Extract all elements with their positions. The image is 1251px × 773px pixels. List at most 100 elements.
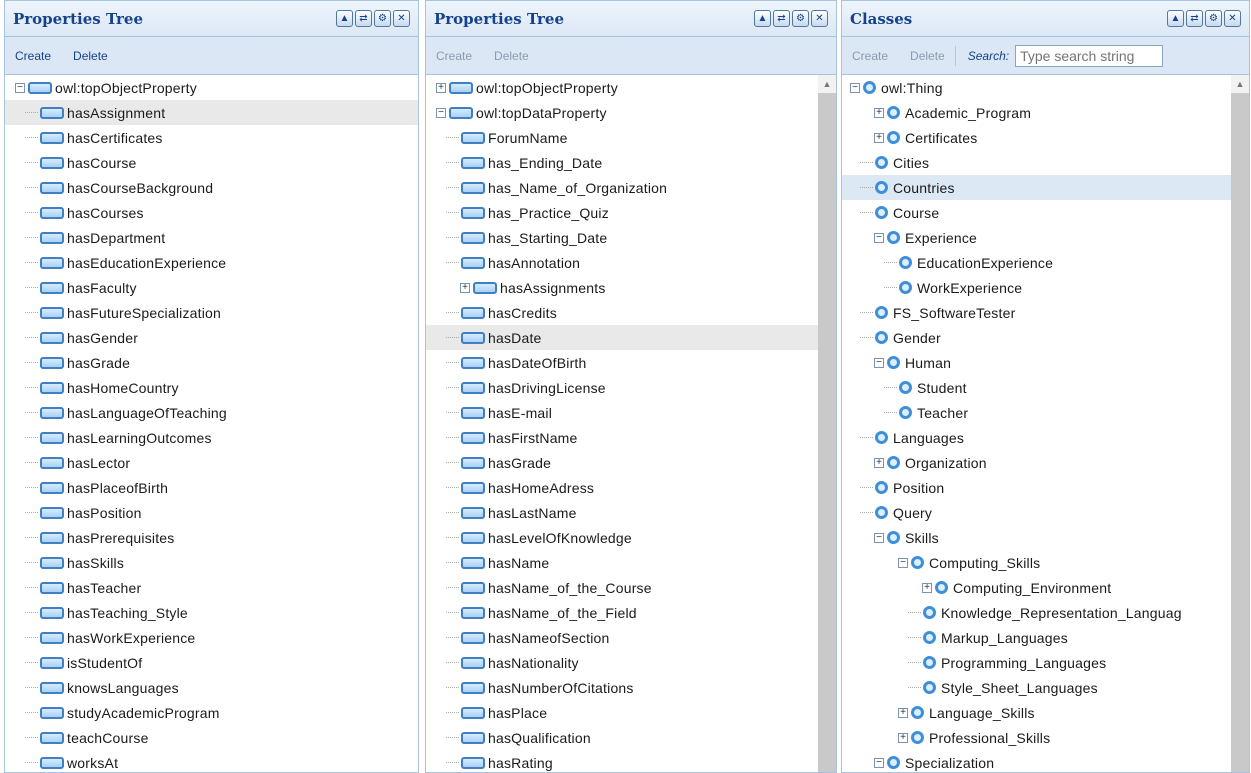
refresh-icon[interactable]: ⇄: [1186, 10, 1203, 27]
tree-node[interactable]: hasFaculty: [5, 275, 418, 300]
tree-node[interactable]: hasSkills: [5, 550, 418, 575]
tree-node[interactable]: hasEducationExperience: [5, 250, 418, 275]
tree-node[interactable]: ForumName: [426, 125, 836, 150]
tree-node[interactable]: hasRating: [426, 750, 836, 772]
vertical-scrollbar[interactable]: ▲: [818, 75, 836, 772]
create-button[interactable]: Create: [852, 49, 888, 63]
tree-node[interactable]: hasCourse: [5, 150, 418, 175]
tree-node[interactable]: hasHomeAdress: [426, 475, 836, 500]
tree-node[interactable]: hasHomeCountry: [5, 375, 418, 400]
collapse-icon[interactable]: ▲: [1167, 10, 1184, 27]
tree-node[interactable]: hasE-mail: [426, 400, 836, 425]
tree-node[interactable]: has_Ending_Date: [426, 150, 836, 175]
tree-node[interactable]: Style_Sheet_Languages: [842, 675, 1249, 700]
expand-icon[interactable]: +: [874, 107, 884, 118]
tree-node[interactable]: + Certificates: [842, 125, 1249, 150]
tree-node[interactable]: hasAssignment: [5, 100, 418, 125]
collapse-icon[interactable]: −: [15, 82, 25, 93]
tree-node[interactable]: hasPlace: [426, 700, 836, 725]
collapse-icon[interactable]: −: [436, 107, 446, 118]
tree-node[interactable]: WorkExperience: [842, 275, 1249, 300]
tree-node[interactable]: − Computing_Skills: [842, 550, 1249, 575]
collapse-icon[interactable]: −: [874, 357, 884, 368]
tree-node[interactable]: − owl:topDataProperty: [426, 100, 836, 125]
expand-icon[interactable]: +: [898, 732, 908, 743]
tree-node[interactable]: Query: [842, 500, 1249, 525]
tree-node[interactable]: hasTeaching_Style: [5, 600, 418, 625]
tree-node[interactable]: hasCertificates: [5, 125, 418, 150]
tree-node[interactable]: hasLevelOfKnowledge: [426, 525, 836, 550]
tree-node[interactable]: hasPlaceofBirth: [5, 475, 418, 500]
collapse-icon[interactable]: ▲: [336, 10, 353, 27]
tree-node[interactable]: Position: [842, 475, 1249, 500]
tree-node[interactable]: + owl:topObjectProperty: [426, 75, 836, 100]
tree-node[interactable]: hasQualification: [426, 725, 836, 750]
settings-icon[interactable]: ⚙: [374, 10, 391, 27]
expand-icon[interactable]: +: [874, 457, 884, 468]
expand-icon[interactable]: +: [436, 82, 446, 93]
tree-node[interactable]: EducationExperience: [842, 250, 1249, 275]
close-icon[interactable]: ✕: [1224, 10, 1241, 27]
tree-node[interactable]: hasPosition: [5, 500, 418, 525]
close-icon[interactable]: ✕: [811, 10, 828, 27]
expand-icon[interactable]: +: [898, 707, 908, 718]
create-button[interactable]: Create: [436, 49, 472, 63]
expand-icon[interactable]: +: [874, 132, 884, 143]
tree-node[interactable]: has_Practice_Quiz: [426, 200, 836, 225]
tree-node[interactable]: Student: [842, 375, 1249, 400]
tree-node[interactable]: hasFutureSpecialization: [5, 300, 418, 325]
tree-node[interactable]: Markup_Languages: [842, 625, 1249, 650]
tree-node[interactable]: hasGrade: [426, 450, 836, 475]
tree-node[interactable]: hasLector: [5, 450, 418, 475]
tree-node[interactable]: hasPrerequisites: [5, 525, 418, 550]
create-button[interactable]: Create: [15, 49, 51, 63]
tree-node[interactable]: Teacher: [842, 400, 1249, 425]
tree-node[interactable]: hasName_of_the_Course: [426, 575, 836, 600]
tree-node[interactable]: hasNumberOfCitations: [426, 675, 836, 700]
tree-node[interactable]: hasCredits: [426, 300, 836, 325]
tree-node[interactable]: hasDepartment: [5, 225, 418, 250]
tree-node[interactable]: studyAcademicProgram: [5, 700, 418, 725]
settings-icon[interactable]: ⚙: [792, 10, 809, 27]
tree-node[interactable]: hasCourseBackground: [5, 175, 418, 200]
tree-node[interactable]: hasLanguageOfTeaching: [5, 400, 418, 425]
tree-node[interactable]: hasNationality: [426, 650, 836, 675]
tree-node[interactable]: Programming_Languages: [842, 650, 1249, 675]
tree-node[interactable]: hasWorkExperience: [5, 625, 418, 650]
tree-node[interactable]: + Professional_Skills: [842, 725, 1249, 750]
delete-button[interactable]: Delete: [73, 49, 108, 63]
tree-node[interactable]: knowsLanguages: [5, 675, 418, 700]
tree-node[interactable]: hasDrivingLicense: [426, 375, 836, 400]
tree-node[interactable]: − Specialization: [842, 750, 1249, 772]
tree-node[interactable]: hasDate: [426, 325, 836, 350]
tree-node[interactable]: hasGrade: [5, 350, 418, 375]
tree-node[interactable]: − Experience: [842, 225, 1249, 250]
tree-node[interactable]: − Human: [842, 350, 1249, 375]
scroll-up-icon[interactable]: ▲: [818, 75, 836, 93]
tree-node[interactable]: Course: [842, 200, 1249, 225]
tree-node[interactable]: hasName: [426, 550, 836, 575]
tree-node[interactable]: hasFirstName: [426, 425, 836, 450]
tree-node[interactable]: hasLastName: [426, 500, 836, 525]
refresh-icon[interactable]: ⇄: [355, 10, 372, 27]
close-icon[interactable]: ✕: [393, 10, 410, 27]
tree-node[interactable]: + Computing_Environment: [842, 575, 1249, 600]
tree-node[interactable]: − Skills: [842, 525, 1249, 550]
tree-node[interactable]: worksAt: [5, 750, 418, 772]
tree-node[interactable]: hasName_of_the_Field: [426, 600, 836, 625]
tree-node[interactable]: hasLearningOutcomes: [5, 425, 418, 450]
expand-icon[interactable]: +: [922, 582, 932, 593]
tree-node[interactable]: hasGender: [5, 325, 418, 350]
collapse-icon[interactable]: −: [850, 82, 860, 93]
tree-node[interactable]: has_Starting_Date: [426, 225, 836, 250]
expand-icon[interactable]: +: [460, 282, 470, 293]
tree-node[interactable]: − owl:topObjectProperty: [5, 75, 418, 100]
search-input[interactable]: [1015, 44, 1164, 67]
tree-node[interactable]: hasDateOfBirth: [426, 350, 836, 375]
settings-icon[interactable]: ⚙: [1205, 10, 1222, 27]
tree-node[interactable]: − owl:Thing: [842, 75, 1249, 100]
tree-node[interactable]: + hasAssignments: [426, 275, 836, 300]
tree-node[interactable]: teachCourse: [5, 725, 418, 750]
tree-node[interactable]: hasNameofSection: [426, 625, 836, 650]
delete-button[interactable]: Delete: [494, 49, 529, 63]
